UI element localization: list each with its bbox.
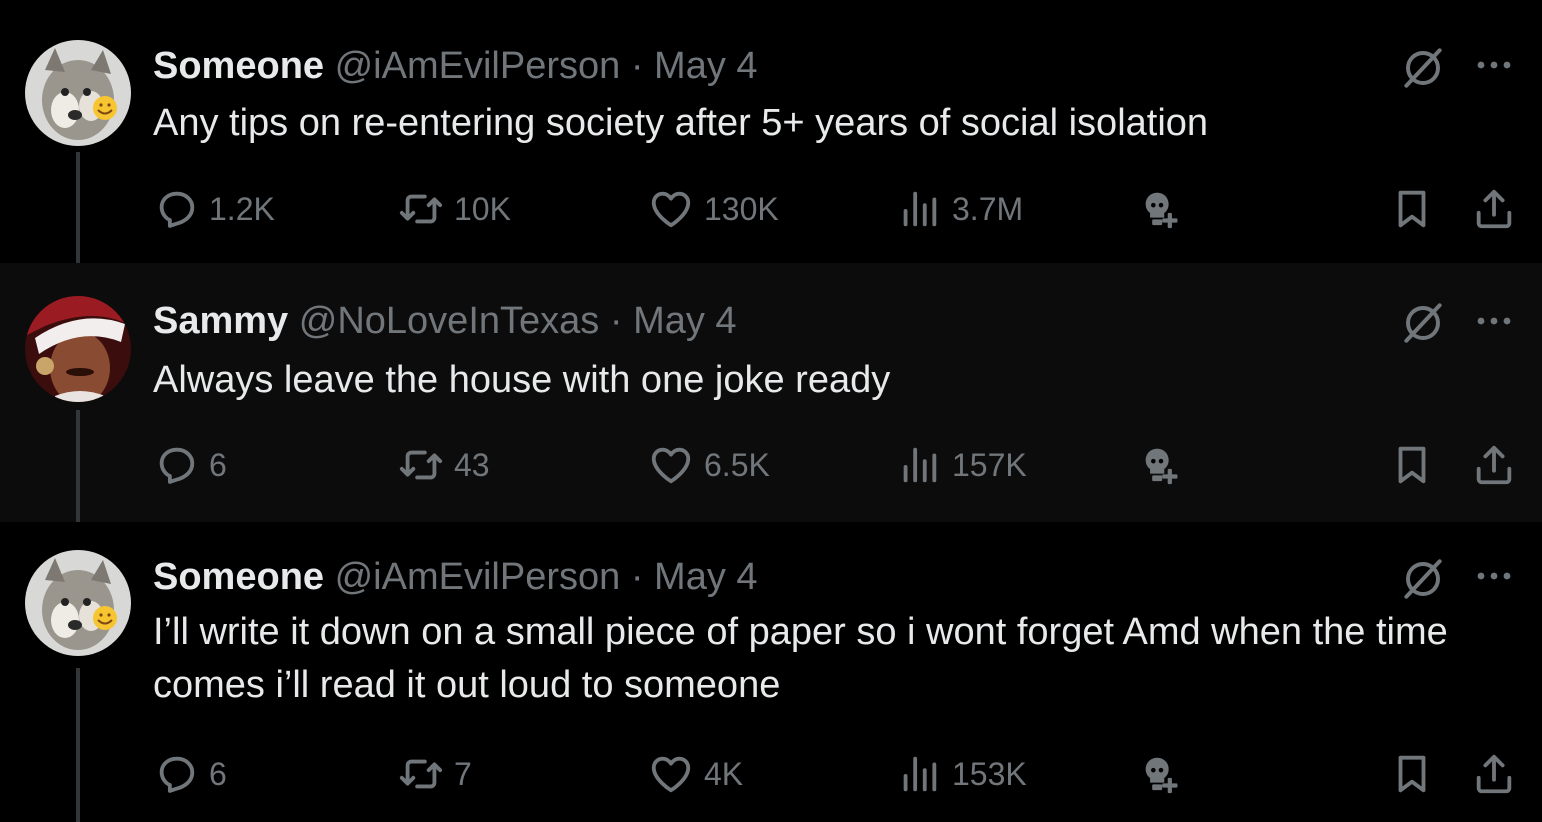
more-options-icon[interactable] bbox=[1474, 566, 1514, 586]
tweet-actions: 1.2K 10K 130K 3.7M bbox=[0, 184, 1542, 234]
bar-chart-icon bbox=[896, 186, 942, 232]
retweet-button[interactable]: 43 bbox=[398, 440, 490, 490]
separator-dot: · bbox=[609, 300, 623, 342]
retweet-icon bbox=[398, 751, 444, 797]
timestamp[interactable]: May 4 bbox=[654, 45, 757, 87]
tweet-header: Someone @iAmEvilPerson · May 4 bbox=[153, 44, 758, 88]
like-count: 6.5K bbox=[704, 446, 770, 483]
reply-count: 6 bbox=[209, 446, 227, 483]
reply-icon bbox=[153, 442, 199, 488]
retweet-count: 7 bbox=[454, 755, 472, 792]
user-handle[interactable]: @iAmEvilPerson bbox=[335, 556, 621, 598]
reply-count: 6 bbox=[209, 755, 227, 792]
grok-explain-button[interactable] bbox=[1138, 440, 1184, 490]
user-handle[interactable]: @NoLoveInTexas bbox=[299, 300, 600, 342]
tweet[interactable]: Sammy @NoLoveInTexas · May 4 Always leav… bbox=[0, 263, 1542, 522]
views-button[interactable]: 157K bbox=[896, 440, 1027, 490]
retweet-button[interactable]: 10K bbox=[398, 184, 511, 234]
avatar[interactable] bbox=[25, 40, 131, 146]
user-handle[interactable]: @iAmEvilPerson bbox=[335, 45, 621, 87]
retweet-button[interactable]: 7 bbox=[398, 749, 472, 799]
tweet-actions: 6 43 6.5K 157K bbox=[0, 440, 1542, 490]
timestamp[interactable]: May 4 bbox=[654, 556, 757, 598]
like-count: 130K bbox=[704, 190, 779, 227]
share-icon bbox=[1471, 186, 1517, 232]
display-name[interactable]: Sammy bbox=[153, 300, 288, 342]
reply-count: 1.2K bbox=[209, 190, 275, 227]
view-count: 153K bbox=[952, 755, 1027, 792]
display-name[interactable]: Someone bbox=[153, 45, 324, 87]
like-count: 4K bbox=[704, 755, 744, 792]
retweet-icon bbox=[398, 442, 444, 488]
share-icon bbox=[1471, 442, 1517, 488]
share-button[interactable] bbox=[1471, 184, 1517, 234]
tweet-text: Always leave the house with one joke rea… bbox=[153, 359, 891, 401]
grok-face-icon bbox=[1138, 751, 1184, 797]
views-button[interactable]: 3.7M bbox=[896, 184, 1023, 234]
bookmark-icon bbox=[1389, 751, 1435, 797]
bookmark-icon bbox=[1389, 442, 1435, 488]
share-icon bbox=[1471, 751, 1517, 797]
grok-explain-button[interactable] bbox=[1138, 184, 1184, 234]
grok-explain-button[interactable] bbox=[1138, 749, 1184, 799]
like-button[interactable]: 4K bbox=[648, 749, 743, 799]
view-count: 157K bbox=[952, 446, 1027, 483]
tweet[interactable]: Someone @iAmEvilPerson · May 4 Any tips … bbox=[0, 0, 1542, 263]
share-button[interactable] bbox=[1471, 440, 1517, 490]
retweet-count: 10K bbox=[454, 190, 511, 227]
heart-icon bbox=[648, 186, 694, 232]
separator-dot: · bbox=[630, 556, 644, 598]
grok-face-icon bbox=[1138, 186, 1184, 232]
reply-button[interactable]: 6 bbox=[153, 749, 227, 799]
grok-face-icon bbox=[1138, 442, 1184, 488]
avatar[interactable] bbox=[25, 550, 131, 656]
bookmark-button[interactable] bbox=[1389, 184, 1435, 234]
like-button[interactable]: 130K bbox=[648, 184, 779, 234]
view-count: 3.7M bbox=[952, 190, 1024, 227]
retweet-count: 43 bbox=[454, 446, 490, 483]
tweet-text: Any tips on re-entering society after 5+… bbox=[153, 102, 1209, 144]
timestamp[interactable]: May 4 bbox=[633, 300, 736, 342]
grok-icon[interactable] bbox=[1398, 43, 1448, 93]
tweet-header: Sammy @NoLoveInTexas · May 4 bbox=[153, 299, 737, 343]
avatar[interactable] bbox=[25, 296, 131, 402]
puppy-avatar-icon bbox=[25, 40, 131, 146]
display-name[interactable]: Someone bbox=[153, 556, 324, 598]
like-button[interactable]: 6.5K bbox=[648, 440, 770, 490]
grok-icon[interactable] bbox=[1398, 554, 1448, 604]
heart-icon bbox=[648, 442, 694, 488]
thread: Someone @iAmEvilPerson · May 4 Any tips … bbox=[0, 0, 1542, 822]
bookmark-button[interactable] bbox=[1389, 749, 1435, 799]
tweet[interactable]: Someone @iAmEvilPerson · May 4 I’ll writ… bbox=[0, 522, 1542, 822]
retweet-icon bbox=[398, 186, 444, 232]
puppy-avatar-icon bbox=[25, 550, 131, 656]
santa-hat-avatar-icon bbox=[25, 296, 131, 402]
heart-icon bbox=[648, 751, 694, 797]
tweet-text: I’ll write it down on a small piece of p… bbox=[153, 611, 1448, 706]
bar-chart-icon bbox=[896, 442, 942, 488]
reply-button[interactable]: 1.2K bbox=[153, 184, 275, 234]
reply-button[interactable]: 6 bbox=[153, 440, 227, 490]
share-button[interactable] bbox=[1471, 749, 1517, 799]
views-button[interactable]: 153K bbox=[896, 749, 1027, 799]
reply-icon bbox=[153, 186, 199, 232]
grok-icon[interactable] bbox=[1398, 298, 1448, 348]
more-options-icon[interactable] bbox=[1474, 55, 1514, 75]
tweet-actions: 6 7 4K 153K bbox=[0, 749, 1542, 799]
bookmark-icon bbox=[1389, 186, 1435, 232]
bar-chart-icon bbox=[896, 751, 942, 797]
reply-icon bbox=[153, 751, 199, 797]
bookmark-button[interactable] bbox=[1389, 440, 1435, 490]
separator-dot: · bbox=[630, 45, 644, 87]
more-options-icon[interactable] bbox=[1474, 311, 1514, 331]
tweet-header: Someone @iAmEvilPerson · May 4 bbox=[153, 555, 758, 599]
